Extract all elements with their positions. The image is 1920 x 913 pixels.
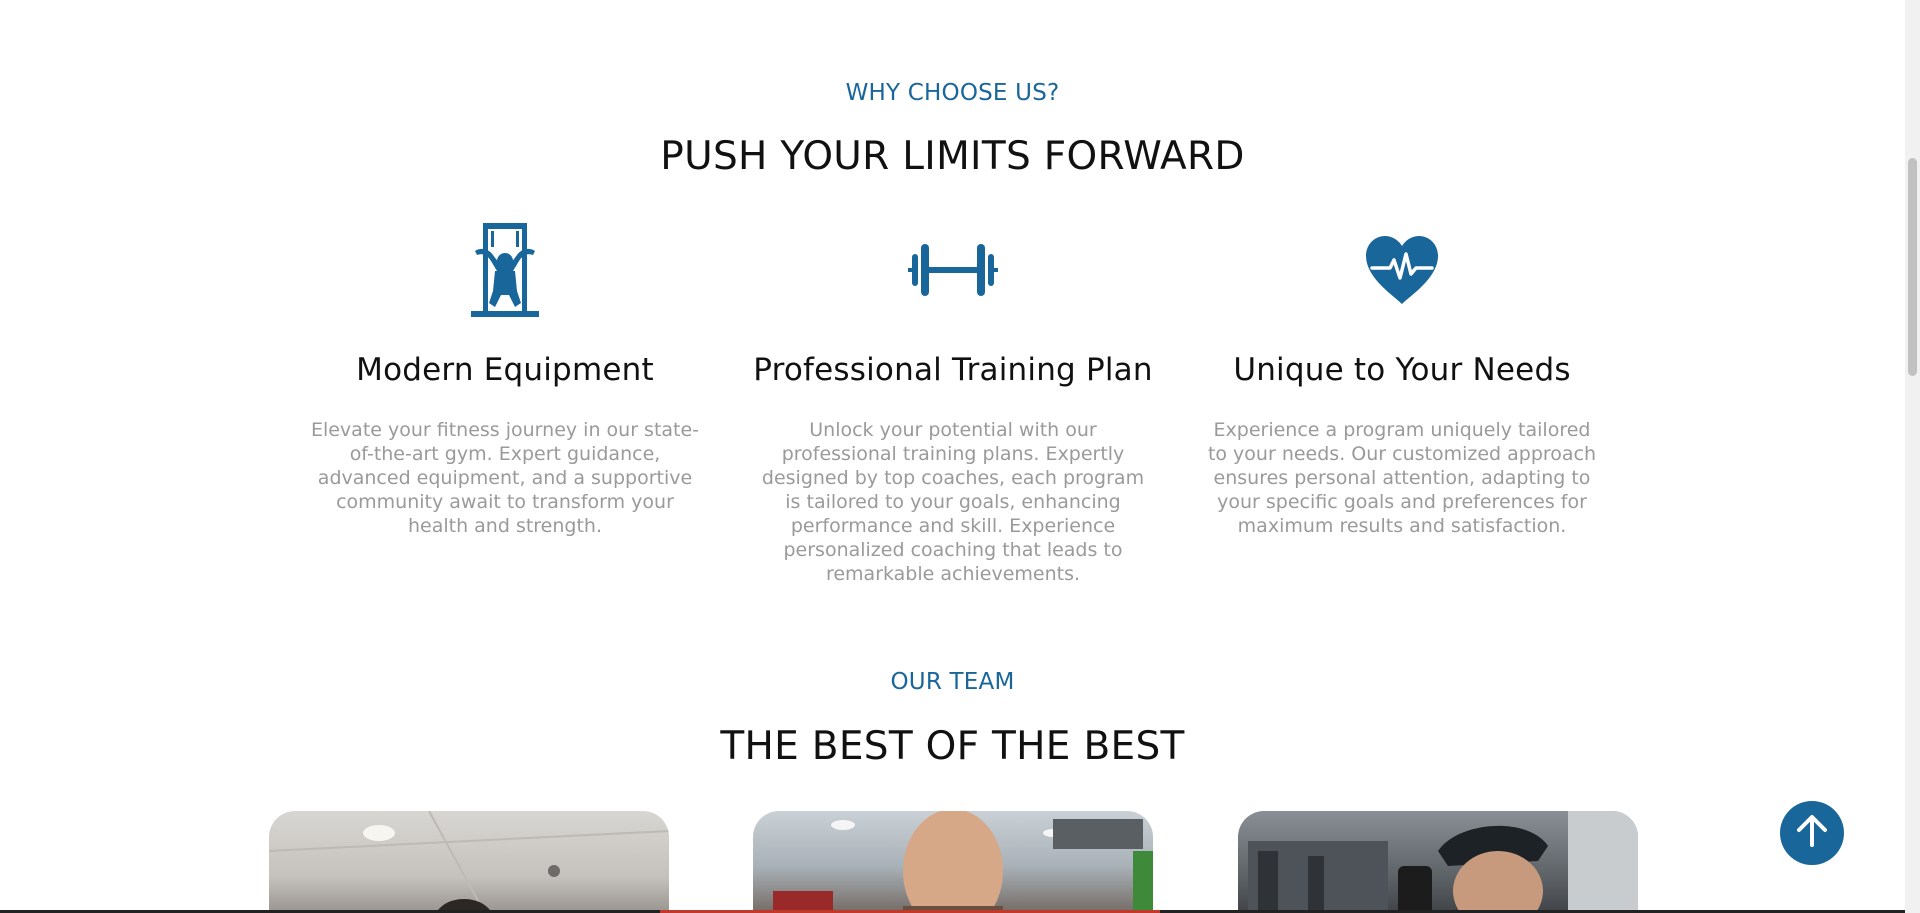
why-choose-us-title: PUSH YOUR LIMITS FORWARD (660, 134, 1245, 179)
feature-card-modern-equipment: Modern Equipment Elevate your fitness jo… (300, 220, 710, 538)
vertical-scrollbar[interactable] (1905, 0, 1920, 913)
feature-title: Unique to Your Needs (1233, 352, 1571, 388)
our-team-eyebrow: OUR TEAM (890, 669, 1015, 695)
page-content: WHY CHOOSE US? PUSH YOUR LIMITS FORWARD … (0, 0, 1905, 913)
feature-title: Professional Training Plan (753, 352, 1153, 388)
scrollbar-thumb[interactable] (1908, 158, 1917, 376)
feature-description: Elevate your fitness journey in our stat… (310, 419, 700, 537)
feature-title: Modern Equipment (356, 352, 654, 388)
scroll-to-top-button[interactable] (1780, 801, 1844, 865)
why-choose-us-eyebrow: WHY CHOOSE US? (845, 80, 1060, 106)
gym-machine-icon (300, 220, 710, 320)
arrow-up-icon (1794, 813, 1830, 853)
team-member-photo[interactable] (1238, 811, 1638, 913)
feature-description: Experience a program uniquely tailored t… (1207, 419, 1597, 537)
heart-pulse-icon (1197, 220, 1607, 320)
feature-description: Unlock your potential with our professio… (761, 419, 1145, 585)
feature-card-professional-training-plan: Professional Training Plan Unlock your p… (748, 220, 1158, 586)
feature-card-unique-to-your-needs: Unique to Your Needs Experience a progra… (1197, 220, 1607, 538)
team-member-photo[interactable] (269, 811, 669, 913)
team-member-photo[interactable] (753, 811, 1153, 913)
dumbbell-icon (748, 220, 1158, 320)
our-team-title: THE BEST OF THE BEST (720, 724, 1185, 769)
